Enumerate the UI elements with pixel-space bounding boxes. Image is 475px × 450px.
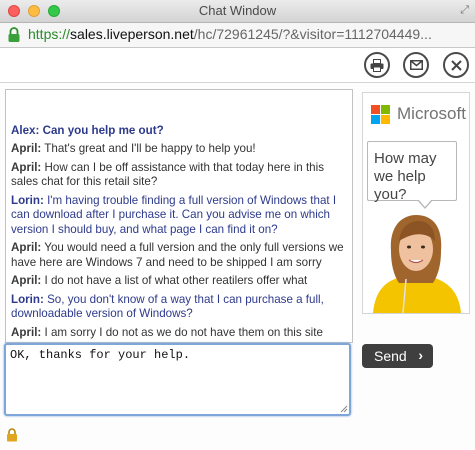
message-text: That's great and I'll be happy to help y…: [44, 142, 256, 155]
url-scheme: https://: [28, 26, 71, 42]
end-chat-button[interactable]: [443, 52, 469, 78]
lock-icon: [7, 428, 17, 442]
message-sender: April:: [11, 142, 42, 155]
print-button[interactable]: [364, 52, 390, 78]
transcript-messages: Alex: Can you help me out? April: That's…: [11, 124, 348, 341]
lock-icon: [8, 27, 20, 42]
ad-speech-bubble: How may we help you?: [367, 141, 457, 203]
email-button[interactable]: [403, 52, 429, 78]
chat-message: April: I do not have a list of what othe…: [11, 274, 348, 289]
chat-message: Lorin: So, you don't know of a way that …: [11, 293, 348, 322]
url-path: /hc/72961245/?&visitor=1112704449...: [193, 26, 432, 42]
message-text: I'm having trouble finding a full versio…: [11, 193, 337, 236]
window-title: Chat Window: [198, 3, 277, 18]
url-text: https://sales.liveperson.net/hc/72961245…: [28, 26, 432, 42]
message-text: How can I be off assistance with that to…: [11, 160, 324, 189]
message-sender: April:: [11, 160, 42, 174]
chat-message: Lorin: I'm having trouble finding a full…: [11, 194, 348, 238]
message-sender: April:: [11, 325, 42, 339]
message-sender: April:: [11, 274, 42, 287]
chevron-right-icon: ›: [418, 347, 423, 363]
resize-icon[interactable]: ⤢: [460, 4, 469, 17]
bubble-tail-fill: [418, 199, 432, 207]
chat-toolbar: [0, 48, 475, 83]
microsoft-ad-banner[interactable]: Microsoft How may we help you?: [362, 92, 470, 314]
resize-grip-icon[interactable]: [340, 405, 348, 413]
chat-content: Alex: Can you help me out? April: That's…: [0, 83, 475, 450]
message-input[interactable]: OK, thanks for your help.: [4, 343, 351, 416]
message-sender: April:: [11, 241, 42, 254]
send-button-label: Send: [374, 348, 407, 364]
support-agent-photo: [363, 211, 469, 313]
chat-message: April: How can I be off assistance with …: [11, 161, 348, 190]
chat-transcript[interactable]: Alex: Can you help me out? April: That's…: [5, 89, 353, 343]
title-bar: Chat Window ⤢: [0, 0, 475, 23]
message-text: So, you don't know of a way that I can p…: [11, 292, 324, 321]
printer-icon: [370, 58, 384, 72]
message-text: I do not have a list of what other reati…: [44, 274, 308, 287]
chat-message: April: That's great and I'll be happy to…: [11, 142, 348, 157]
ad-brand: Microsoft: [397, 104, 466, 123]
url-domain: sales.liveperson.net: [70, 26, 194, 42]
chat-message: April: You would need a full version and…: [11, 241, 348, 270]
message-text: You would need a full version and the on…: [11, 241, 344, 269]
chat-message-cut: Alex: Can you help me out?: [11, 123, 164, 137]
message-sender: Lorin:: [11, 292, 44, 306]
message-sender: Lorin:: [11, 193, 44, 207]
microsoft-logo-icon: [371, 105, 391, 125]
message-input-value: OK, thanks for your help.: [10, 348, 191, 362]
envelope-icon: [409, 60, 423, 70]
chat-message: April: I am sorry I do not as we do not …: [11, 326, 348, 341]
close-icon: [450, 59, 462, 71]
address-bar[interactable]: https://sales.liveperson.net/hc/72961245…: [0, 23, 475, 48]
message-text: I am sorry I do not as we do not have th…: [44, 325, 323, 339]
send-button[interactable]: Send ›: [362, 344, 433, 368]
